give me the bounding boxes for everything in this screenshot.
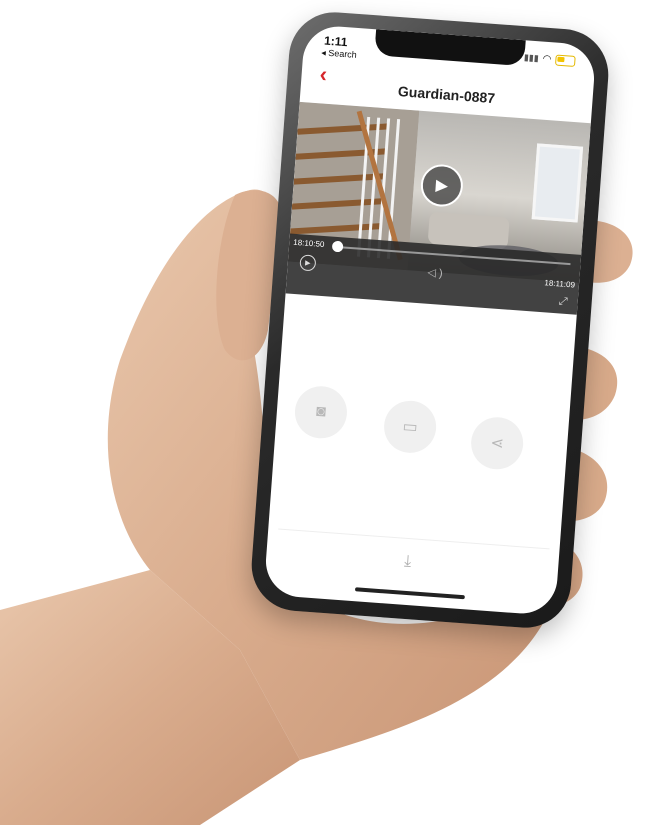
wifi-icon: ◠ [542,53,552,66]
signal-icon: ▮▮▮ [523,52,540,64]
play-circle-icon[interactable]: ▶ [299,254,317,272]
back-to-search-link[interactable]: ◂ Search [321,47,357,61]
home-indicator [354,587,465,600]
time-end: 18:11:09 [544,278,576,290]
time-start: 18:10:50 [292,237,325,250]
camera-icon[interactable]: ◙ [293,384,349,441]
video-record-icon[interactable]: ▭ [382,398,438,455]
battery-icon [554,54,576,67]
share-icon[interactable]: ⋖ [469,415,525,472]
fullscreen-icon[interactable]: ⤢ [558,295,568,309]
action-buttons: ◙ ▭ ⋖ [279,383,570,472]
progress-handle[interactable] [331,240,344,253]
play-icon[interactable]: ▶ [419,163,465,208]
status-icons: ▮▮▮ ◠ [523,52,576,67]
download-icon[interactable]: ⤓ [404,553,412,571]
window-image [531,143,584,223]
volume-icon[interactable]: ◁ ) [427,266,443,280]
phone-screen: 1:11 ◂ Search ▮▮▮ ◠ ‹ Guardian-0887 ▶ 18… [263,24,597,616]
divider [278,528,550,550]
phone-device: 1:11 ◂ Search ▮▮▮ ◠ ‹ Guardian-0887 ▶ 18… [248,9,612,631]
